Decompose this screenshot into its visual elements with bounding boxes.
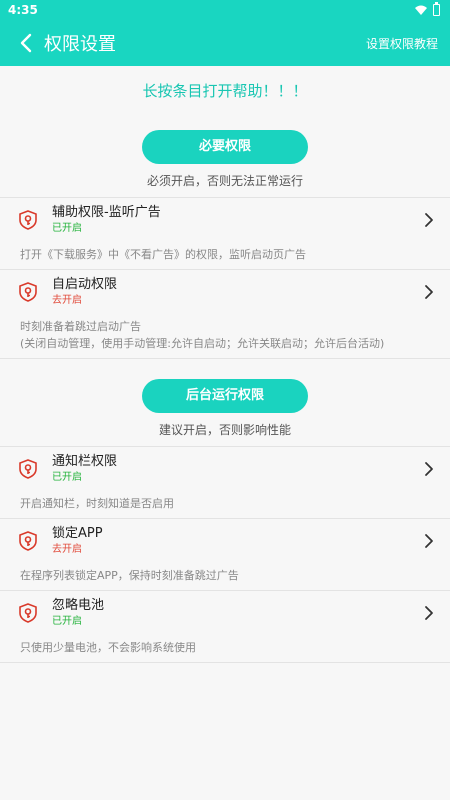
battery-icon [433, 2, 440, 16]
page-title: 权限设置 [44, 34, 116, 55]
item-description: 在程序列表锁定APP，保持时刻准备跳过广告 [20, 569, 239, 582]
item-status: 去开启 [52, 544, 82, 555]
list-item[interactable]: 通知栏权限 已开启 开启通知栏，时刻知道是否启用 [0, 447, 450, 519]
section-subtitle: 建议开启，否则影响性能 [158, 423, 291, 437]
section-background: 后台运行权限 建议开启，否则影响性能 [0, 379, 450, 438]
list-item[interactable]: 自启动权限 去开启 时刻准备着跳过启动广告 (关闭自动管理，使用手动管理:允许自… [0, 270, 450, 359]
chevron-right-icon [425, 534, 433, 548]
item-status: 已开启 [52, 223, 82, 234]
status-time: 4:35 [8, 3, 38, 17]
list-item[interactable]: 忽略电池 已开启 只使用少量电池，不会影响系统使用 [0, 591, 450, 663]
wifi-icon [415, 5, 427, 15]
top-bar: 权限设置 设置权限教程 [0, 20, 450, 66]
chevron-right-icon [425, 213, 433, 227]
item-description-line: 时刻准备着跳过启动广告 [20, 320, 141, 333]
status-bar: 4:35 [0, 0, 450, 20]
section-subtitle: 必须开启，否则无法正常运行 [146, 174, 303, 188]
back-button[interactable] [14, 31, 38, 55]
status-icons [415, 2, 440, 16]
background-permissions-button[interactable]: 后台运行权限 [142, 379, 308, 413]
item-description: 开启通知栏，时刻知道是否启用 [20, 497, 174, 510]
item-title: 自启动权限 [52, 277, 118, 292]
tutorial-link[interactable]: 设置权限教程 [366, 35, 438, 52]
item-row: 忽略电池 已开启 [0, 591, 450, 629]
item-title: 锁定APP [52, 526, 103, 541]
list-item[interactable]: 锁定APP 去开启 在程序列表锁定APP，保持时刻准备跳过广告 [0, 519, 450, 591]
chevron-right-icon [425, 285, 433, 299]
chevron-right-icon [425, 462, 433, 476]
item-description: 只使用少量电池，不会影响系统使用 [20, 641, 196, 654]
background-list: 通知栏权限 已开启 开启通知栏，时刻知道是否启用 锁定APP 去开启 在程序列表… [0, 446, 450, 663]
required-list: 辅助权限-监听广告 已开启 打开《下载服务》中《不看广告》的权限，监听启动页广告… [0, 197, 450, 359]
list-item[interactable]: 辅助权限-监听广告 已开启 打开《下载服务》中《不看广告》的权限，监听启动页广告 [0, 198, 450, 270]
item-status: 去开启 [52, 295, 82, 306]
shield-key-icon [19, 531, 37, 551]
item-description: 打开《下载服务》中《不看广告》的权限，监听启动页广告 [20, 248, 306, 261]
item-status: 已开启 [52, 472, 82, 483]
item-row: 通知栏权限 已开启 [0, 447, 450, 485]
shield-key-icon [19, 603, 37, 623]
required-permissions-button[interactable]: 必要权限 [142, 130, 308, 164]
shield-key-icon [19, 210, 37, 230]
long-press-hint: 长按条目打开帮助！！！ [142, 82, 308, 100]
shield-key-icon [19, 282, 37, 302]
item-title: 通知栏权限 [52, 454, 118, 469]
chevron-left-icon [20, 33, 32, 53]
item-row: 锁定APP 去开启 [0, 519, 450, 557]
shield-key-icon [19, 459, 37, 479]
chevron-right-icon [425, 606, 433, 620]
item-description-line: (关闭自动管理，使用手动管理:允许自启动；允许关联启动；允许后台活动) [20, 337, 385, 350]
item-row: 辅助权限-监听广告 已开启 [0, 198, 450, 236]
section-required: 必要权限 必须开启，否则无法正常运行 [0, 130, 450, 189]
item-row: 自启动权限 去开启 [0, 270, 450, 308]
item-status: 已开启 [52, 616, 82, 627]
item-title: 辅助权限-监听广告 [52, 205, 161, 220]
item-description: 时刻准备着跳过启动广告 (关闭自动管理，使用手动管理:允许自启动；允许关联启动；… [0, 308, 450, 352]
item-title: 忽略电池 [52, 598, 105, 613]
